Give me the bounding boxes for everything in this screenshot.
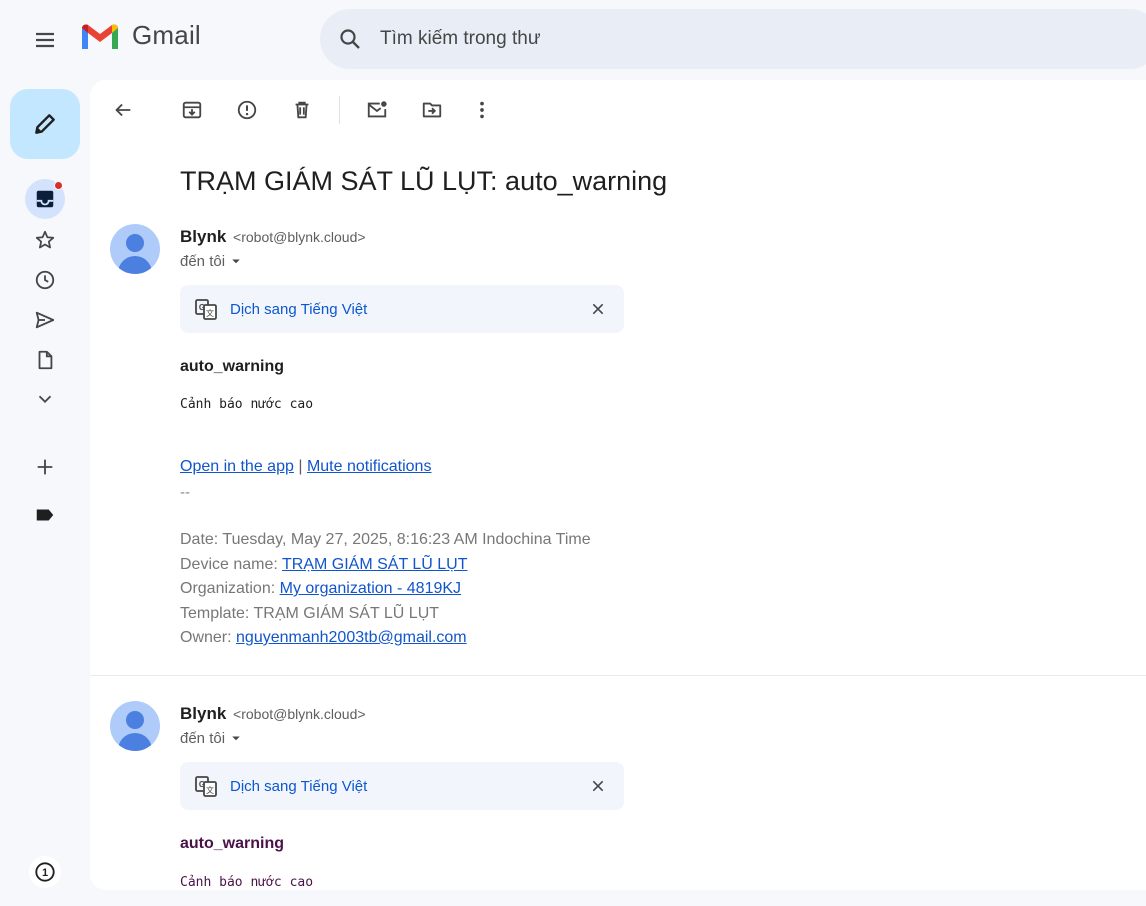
- main-menu-button[interactable]: [21, 16, 69, 64]
- recipient-details-toggle[interactable]: đến tôi: [180, 729, 245, 747]
- message-divider: [90, 675, 1146, 676]
- svg-text:G: G: [199, 780, 205, 789]
- message-view: TRẠM GIÁM SÁT LŨ LỤT: auto_warning Blynk…: [90, 80, 1146, 890]
- drafts-button[interactable]: [25, 340, 65, 380]
- message-metadata: Date: Tuesday, May 27, 2025, 8:16:23 AM …: [180, 528, 591, 651]
- translate-icon: G文: [195, 299, 217, 320]
- gmail-m-icon: [82, 23, 118, 49]
- message-links: Open in the app | Mute notifications: [180, 458, 431, 476]
- more-vert-icon: [480, 101, 484, 119]
- account-badge[interactable]: 1: [29, 856, 61, 888]
- caret-down-icon: [232, 259, 240, 264]
- sender-name[interactable]: Blynk <robot@blynk.cloud>: [180, 227, 366, 247]
- message-body-text: Cảnh báo nước cao: [180, 397, 314, 412]
- message-heading: auto_warning: [180, 358, 285, 375]
- numbered-circle-icon: 1: [35, 862, 55, 882]
- move-to-icon: [422, 102, 442, 118]
- app-name: Gmail: [132, 20, 201, 50]
- device-name-link[interactable]: TRẠM GIÁM SÁT LŨ LỤT: [282, 556, 468, 573]
- delete-icon: [295, 101, 309, 119]
- clock-icon: [35, 270, 55, 290]
- gmail-logo[interactable]: Gmail: [80, 20, 201, 51]
- sender-email: <robot@blynk.cloud>: [233, 229, 366, 245]
- signature-separator: --: [180, 484, 190, 501]
- translate-link[interactable]: Dịch sang Tiếng Việt: [230, 778, 367, 795]
- mark-unread-icon: [367, 101, 387, 118]
- mark-unread-button[interactable]: [357, 90, 397, 130]
- sender-avatar[interactable]: [110, 701, 160, 751]
- organization-line: Organization: My organization - 4819KJ: [180, 580, 462, 597]
- report-spam-icon: [237, 100, 257, 120]
- badge-count: 1: [42, 867, 48, 879]
- hamburger-menu-icon: [36, 32, 54, 48]
- search-input[interactable]: [380, 28, 980, 50]
- inbox-icon: [36, 190, 54, 208]
- close-translate-button[interactable]: [586, 297, 610, 321]
- unread-dot: [54, 181, 63, 190]
- close-icon: [592, 780, 604, 792]
- snoozed-button[interactable]: [25, 260, 65, 300]
- back-button[interactable]: [103, 90, 143, 130]
- pencil-icon: [35, 114, 55, 134]
- top-bar: Gmail: [0, 0, 1146, 80]
- search-bar[interactable]: [320, 9, 1146, 69]
- move-to-button[interactable]: [412, 90, 452, 130]
- more-labels-button[interactable]: [25, 379, 65, 419]
- mute-notifications-link[interactable]: Mute notifications: [307, 458, 432, 475]
- device-line: Device name: TRẠM GIÁM SÁT LŨ LỤT: [180, 555, 468, 573]
- compose-button[interactable]: [10, 89, 80, 159]
- toolbar-separator: [339, 96, 340, 124]
- inbox-button[interactable]: [25, 179, 65, 219]
- recipient-label: đến tôi: [180, 252, 226, 270]
- recipient-label: đến tôi: [180, 729, 226, 747]
- starred-button[interactable]: [25, 220, 65, 260]
- caret-down-icon: [232, 736, 240, 741]
- arrow-back-icon: [115, 103, 131, 117]
- sender-name[interactable]: Blynk <robot@blynk.cloud>: [180, 704, 366, 724]
- translate-icon: G文: [195, 776, 217, 797]
- svg-text:文: 文: [206, 308, 214, 318]
- organization-link[interactable]: My organization - 4819KJ: [280, 580, 461, 597]
- label-button[interactable]: [25, 495, 65, 535]
- search-icon[interactable]: [320, 9, 380, 69]
- chevron-down-icon: [38, 395, 52, 404]
- star-icon: [35, 230, 55, 249]
- translate-bar: G文 Dịch sang Tiếng Việt: [180, 285, 624, 333]
- archive-icon: [182, 101, 202, 119]
- sender-email: <robot@blynk.cloud>: [233, 706, 366, 722]
- message-body-text: Cảnh báo nước cao: [180, 875, 314, 890]
- plus-icon: [37, 459, 53, 475]
- link-separator: |: [298, 458, 303, 475]
- owner-line: Owner: nguyenmanh2003tb@gmail.com: [180, 629, 467, 646]
- delete-button[interactable]: [282, 90, 322, 130]
- create-label-button[interactable]: [25, 447, 65, 487]
- template-line: Template: TRẠM GIÁM SÁT LŨ LỤT: [180, 604, 440, 622]
- open-in-app-link[interactable]: Open in the app: [180, 458, 294, 475]
- archive-button[interactable]: [172, 90, 212, 130]
- owner-email-link[interactable]: nguyenmanh2003tb@gmail.com: [236, 629, 467, 646]
- message-heading: auto_warning: [180, 835, 285, 852]
- close-icon: [592, 303, 604, 315]
- close-translate-button[interactable]: [586, 774, 610, 798]
- svg-text:文: 文: [206, 785, 214, 795]
- svg-text:G: G: [199, 303, 205, 312]
- date-line: Date: Tuesday, May 27, 2025, 8:16:23 AM …: [180, 531, 591, 548]
- send-icon: [35, 311, 55, 329]
- more-options-button[interactable]: [462, 90, 502, 130]
- draft-file-icon: [38, 350, 53, 370]
- translate-link[interactable]: Dịch sang Tiếng Việt: [230, 301, 367, 318]
- recipient-details-toggle[interactable]: đến tôi: [180, 252, 245, 270]
- translate-bar: G文 Dịch sang Tiếng Việt: [180, 762, 624, 810]
- label-tag-icon: [36, 509, 54, 521]
- report-spam-button[interactable]: [227, 90, 267, 130]
- sent-button[interactable]: [25, 300, 65, 340]
- sender-avatar[interactable]: [110, 224, 160, 274]
- email-subject: TRẠM GIÁM SÁT LŨ LỤT: auto_warning: [180, 166, 668, 196]
